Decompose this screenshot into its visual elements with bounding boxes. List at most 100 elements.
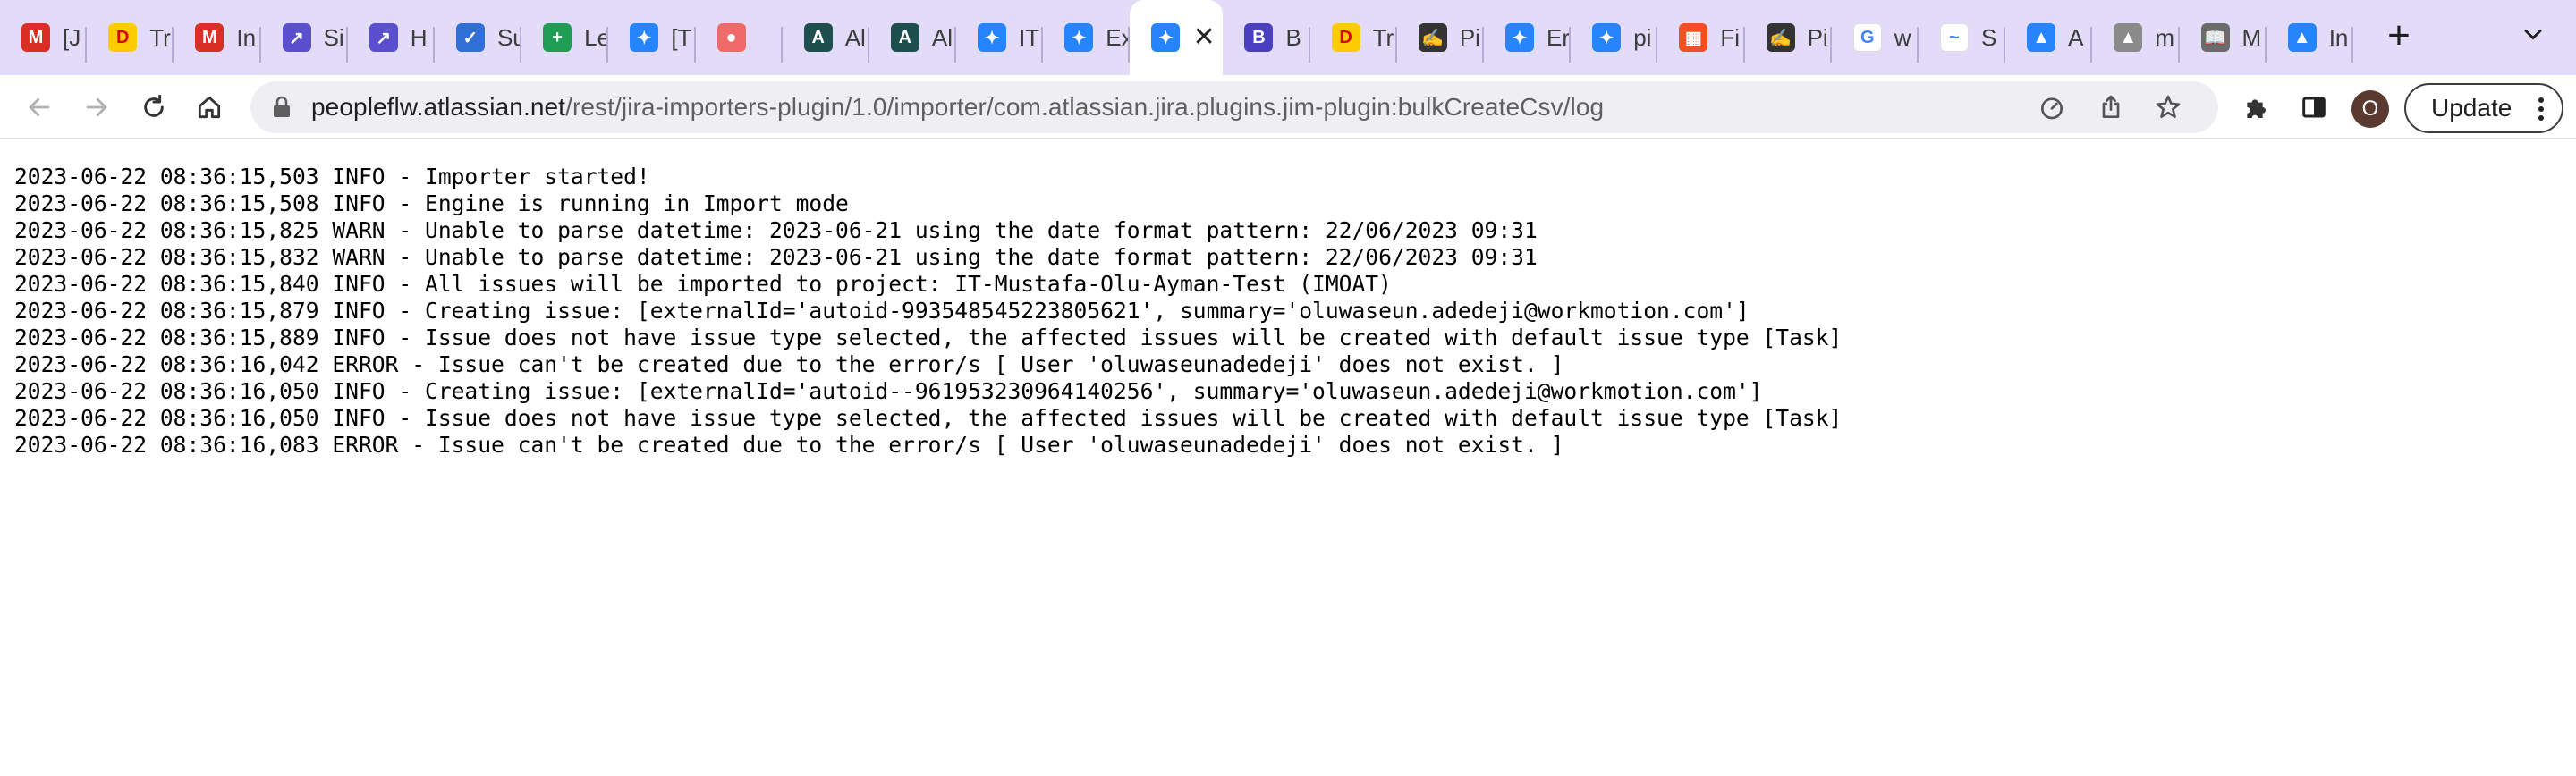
browser-tab[interactable]: A Al <box>783 0 869 75</box>
browser-tab[interactable]: ✦ Er <box>1484 0 1572 75</box>
atlassian-icon: ▲ <box>2287 23 2317 52</box>
new-tab-button[interactable]: + <box>2379 16 2419 57</box>
browser-tab[interactable]: ✦ IT <box>956 0 1044 75</box>
update-button[interactable]: Update <box>2404 83 2563 133</box>
browser-tab[interactable]: ↗ H <box>348 0 435 75</box>
browser-tab[interactable]: ~ S <box>1919 0 2006 75</box>
browser-tab[interactable]: ✓ Su <box>435 0 522 75</box>
tab-title: Pi <box>1807 23 1828 51</box>
log-line: 2023-06-22 08:36:15,879 INFO - Creating … <box>14 298 1750 324</box>
arrow-right-icon <box>86 97 107 117</box>
browser-tab[interactable]: ▲ m <box>2092 0 2180 75</box>
app-icon: A <box>803 23 833 52</box>
asana-icon: ● <box>716 23 746 52</box>
update-label: Update <box>2431 94 2512 122</box>
arrow-link-icon: ↗ <box>282 23 311 52</box>
side-panel-icon <box>2302 97 2326 118</box>
log-line: 2023-06-22 08:36:15,840 INFO - All issue… <box>14 271 1392 297</box>
browser-tab[interactable]: + Le <box>521 0 609 75</box>
browser-tab[interactable]: ✍ Pi <box>1397 0 1484 75</box>
url-path: /rest/jira-importers-plugin/1.0/importer… <box>565 93 1605 121</box>
close-icon[interactable]: ✕ <box>1192 24 1215 51</box>
tab-title: Ex <box>1106 23 1131 51</box>
tab-title: Pi <box>1459 23 1480 51</box>
app-icon: A <box>890 23 919 52</box>
browser-tab[interactable]: ✦ Ex <box>1043 0 1131 75</box>
browser-tab[interactable]: M [J <box>0 0 88 75</box>
browser-tab[interactable]: D Tr <box>87 0 174 75</box>
browser-tab[interactable]: ↗ Si <box>261 0 348 75</box>
tab-title: Al <box>844 23 866 51</box>
browser-tab[interactable]: 📖 M <box>2180 0 2267 75</box>
browser-toolbar: peopleflw.atlassian.net/rest/jira-import… <box>0 75 2576 139</box>
tab-title: S <box>1980 23 1997 51</box>
extensions-button[interactable] <box>2233 84 2280 131</box>
more-vertical-icon <box>2538 97 2544 121</box>
tab-title: pi <box>1633 23 1652 51</box>
tab-search-button[interactable] <box>2515 21 2551 57</box>
gmail-icon: M <box>195 23 225 52</box>
bookmark-star-icon[interactable] <box>2154 93 2182 122</box>
jira-icon: ✦ <box>630 23 659 52</box>
home-button[interactable] <box>186 84 233 131</box>
dhl-icon: D <box>1331 23 1360 52</box>
chevron-down-icon <box>2524 29 2542 40</box>
arrow-left-icon <box>29 97 50 117</box>
tab-title: H <box>410 23 428 51</box>
log-line: 2023-06-22 08:36:15,825 WARN - Unable to… <box>14 217 1538 243</box>
log-line: 2023-06-22 08:36:16,083 ERROR - Issue ca… <box>14 432 1564 458</box>
jira-icon: ✦ <box>1064 23 1094 52</box>
tab-title: Su <box>496 23 522 51</box>
share-icon[interactable] <box>2097 93 2125 122</box>
signature-icon: ✍ <box>1418 23 1447 52</box>
signature-icon: ✍ <box>1766 23 1795 52</box>
tab-title: Le <box>584 23 609 51</box>
tab-title: [J <box>63 23 81 51</box>
log-line: 2023-06-22 08:36:15,508 INFO - Engine is… <box>14 190 849 216</box>
tab-title: Si <box>323 23 344 51</box>
browser-tab[interactable]: ● <box>696 0 783 75</box>
tab-title: m <box>2155 23 2174 51</box>
microsoft-icon: ▦ <box>1679 23 1708 52</box>
back-button[interactable] <box>16 84 63 131</box>
google-icon: G <box>1852 23 1882 52</box>
reload-button[interactable] <box>131 84 177 131</box>
log-line: 2023-06-22 08:36:15,832 WARN - Unable to… <box>14 244 1538 270</box>
browser-tab[interactable]: ✦ [T <box>608 0 696 75</box>
url-host: peopleflw.atlassian.net <box>311 93 566 121</box>
atlassian-icon: ▲ <box>2027 23 2056 52</box>
browser-tab[interactable]: ✦ ✕ <box>1130 0 1224 75</box>
shield-icon: ✓ <box>455 23 485 52</box>
forward-button[interactable] <box>73 84 120 131</box>
tab-title: In <box>2328 23 2349 51</box>
browser-tab[interactable]: M In <box>174 0 261 75</box>
browser-tab[interactable]: ▲ In <box>2267 0 2353 75</box>
jira-icon: ✦ <box>1151 23 1181 52</box>
reload-icon <box>144 94 164 117</box>
address-bar[interactable]: peopleflw.atlassian.net/rest/jira-import… <box>250 81 2218 133</box>
tab-title: B <box>1285 23 1301 51</box>
import-log: 2023-06-22 08:36:15,503 INFO - Importer … <box>14 164 1842 459</box>
browser-tab[interactable]: ✦ pi <box>1571 0 1658 75</box>
lock-icon[interactable] <box>272 96 292 119</box>
profile-avatar[interactable]: O <box>2351 90 2389 128</box>
browser-tab[interactable]: A Al <box>869 0 957 75</box>
gmail-icon: M <box>21 23 50 52</box>
browser-tab[interactable]: Gw <box>1832 0 1919 75</box>
tab-title: Er <box>1546 23 1570 51</box>
side-panel-button[interactable] <box>2291 84 2337 131</box>
app-icon: ~ <box>1939 23 1969 52</box>
browser-tab[interactable]: BB <box>1223 0 1310 75</box>
jira-icon: ✦ <box>978 23 1007 52</box>
url-text[interactable]: peopleflw.atlassian.net/rest/jira-import… <box>311 93 1604 122</box>
tab-title: [T <box>671 23 692 51</box>
performance-icon[interactable] <box>2038 93 2066 122</box>
tab-strip: M [J D Tr M In ↗ Si ↗ H ✓ Su + Le ✦ [T ● A Al A Al ✦ IT ✦ Ex ✦ ✕ B B… <box>0 0 2576 75</box>
browser-tab[interactable]: ✍ Pi <box>1745 0 1832 75</box>
browser-tab[interactable]: ▦ Fi <box>1657 0 1745 75</box>
browser-tab[interactable]: ▲ A <box>2005 0 2093 75</box>
browser-tab[interactable]: D Tr <box>1310 0 1397 75</box>
log-line: 2023-06-22 08:36:15,889 INFO - Issue doe… <box>14 325 1843 350</box>
jira-icon: ✦ <box>1592 23 1622 52</box>
dhl-icon: D <box>108 23 138 52</box>
